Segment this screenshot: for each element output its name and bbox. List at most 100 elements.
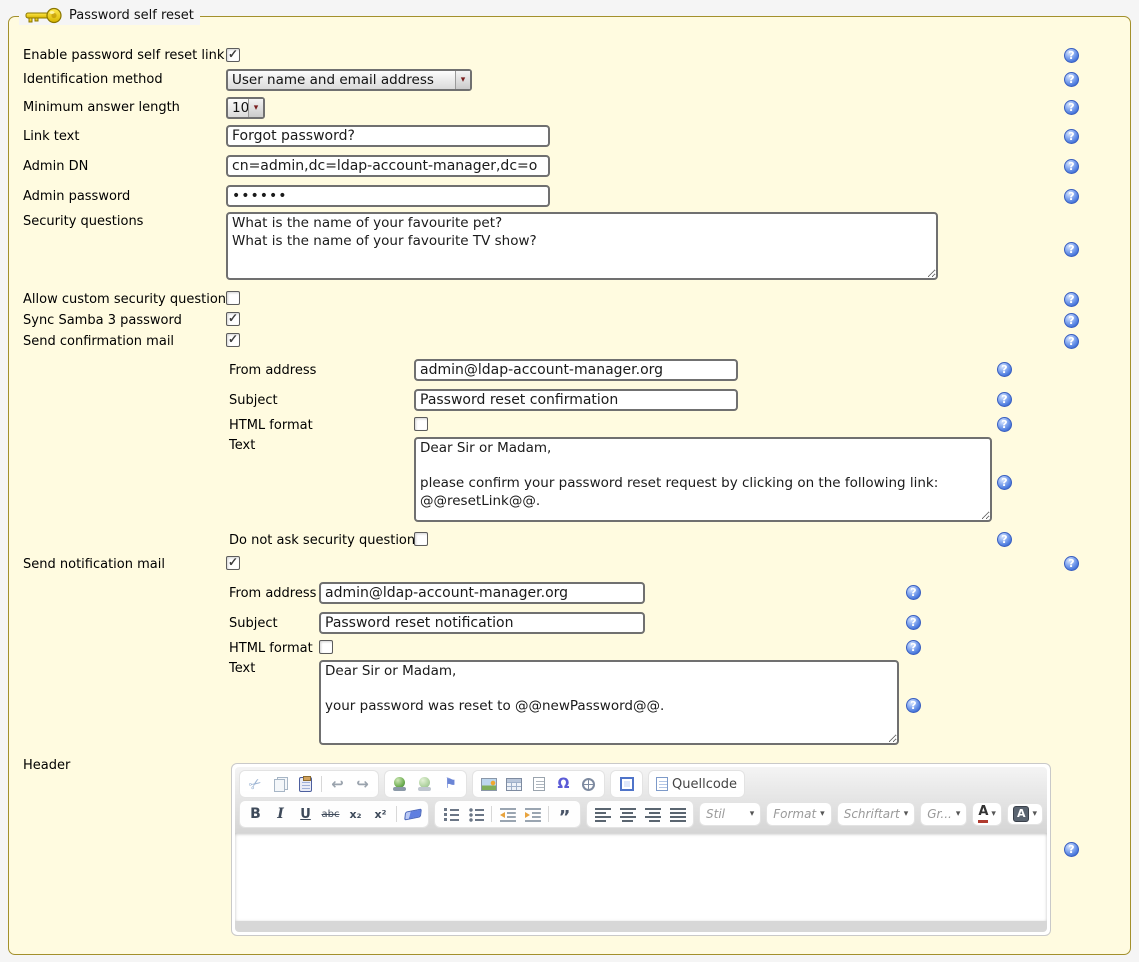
insert-group: Ω bbox=[473, 771, 604, 797]
chevron-down-icon: ▾ bbox=[820, 809, 825, 819]
blockquote-icon[interactable]: ” bbox=[553, 803, 576, 825]
help-icon[interactable]: ? bbox=[906, 615, 921, 630]
help-icon[interactable]: ? bbox=[997, 532, 1012, 547]
image-icon[interactable] bbox=[477, 773, 500, 795]
min-answer-value: 10 bbox=[228, 99, 248, 117]
help-icon[interactable]: ? bbox=[997, 362, 1012, 377]
anchor-icon[interactable]: ⚑ bbox=[439, 773, 462, 795]
admin-dn-label: Admin DN bbox=[23, 159, 88, 174]
clipboard-group: ✂ ↩ ↪ bbox=[240, 771, 378, 797]
undo-icon[interactable]: ↩ bbox=[326, 773, 349, 795]
strikethrough-button[interactable]: abc bbox=[319, 803, 342, 825]
confirmation-from-input[interactable] bbox=[414, 359, 738, 381]
confirmation-html-checkbox[interactable] bbox=[414, 417, 428, 431]
send-notification-checkbox[interactable] bbox=[226, 556, 240, 570]
help-icon[interactable]: ? bbox=[1064, 100, 1079, 115]
sync-samba-checkbox[interactable] bbox=[226, 312, 240, 326]
align-left-icon[interactable] bbox=[591, 803, 614, 825]
help-icon[interactable]: ? bbox=[1064, 556, 1079, 571]
remove-format-icon[interactable] bbox=[401, 803, 424, 825]
maximize-group bbox=[611, 771, 642, 797]
italic-button[interactable]: I bbox=[269, 803, 292, 825]
min-answer-select[interactable]: 10 ▾ bbox=[226, 97, 265, 119]
enable-checkbox[interactable] bbox=[226, 48, 240, 62]
maximize-icon[interactable] bbox=[615, 773, 638, 795]
outdent-icon[interactable] bbox=[496, 803, 519, 825]
help-icon[interactable]: ? bbox=[1064, 334, 1079, 349]
editor-content-area[interactable] bbox=[235, 833, 1047, 921]
align-center-icon[interactable] bbox=[616, 803, 639, 825]
chevron-down-icon: ▾ bbox=[991, 809, 996, 819]
help-icon[interactable]: ? bbox=[1064, 189, 1079, 204]
security-questions-textarea[interactable]: What is the name of your favourite pet? … bbox=[226, 212, 938, 280]
confirmation-from-label: From address bbox=[229, 363, 316, 378]
admin-password-input[interactable] bbox=[226, 185, 550, 207]
editor-status-bar bbox=[235, 921, 1047, 932]
confirmation-text-textarea[interactable]: Dear Sir or Madam, please confirm your p… bbox=[414, 437, 992, 522]
help-icon[interactable]: ? bbox=[997, 417, 1012, 432]
notification-html-checkbox[interactable] bbox=[319, 640, 333, 654]
help-icon[interactable]: ? bbox=[997, 475, 1012, 490]
bullet-list-icon[interactable] bbox=[464, 803, 487, 825]
enable-label: Enable password self reset link bbox=[23, 48, 224, 63]
help-icon[interactable]: ? bbox=[1064, 292, 1079, 307]
help-icon[interactable]: ? bbox=[1064, 48, 1079, 63]
help-icon[interactable]: ? bbox=[1064, 159, 1079, 174]
header-label: Header bbox=[23, 758, 70, 773]
chevron-down-icon: ▾ bbox=[248, 99, 263, 117]
special-char-icon[interactable]: Ω bbox=[552, 773, 575, 795]
indent-icon[interactable] bbox=[521, 803, 544, 825]
link-icon[interactable] bbox=[389, 773, 412, 795]
help-icon[interactable]: ? bbox=[1064, 129, 1079, 144]
source-button[interactable]: Quellcode bbox=[653, 773, 740, 795]
numbered-list-icon[interactable] bbox=[439, 803, 462, 825]
paste-icon[interactable] bbox=[294, 773, 317, 795]
superscript-button[interactable]: x² bbox=[369, 803, 392, 825]
help-icon[interactable]: ? bbox=[1064, 842, 1079, 857]
background-color-button[interactable]: A ▾ bbox=[1008, 804, 1042, 824]
help-icon[interactable]: ? bbox=[1064, 313, 1079, 328]
notification-text-textarea[interactable]: Dear Sir or Madam, your password was res… bbox=[319, 660, 899, 745]
link-text-input[interactable] bbox=[226, 125, 550, 147]
help-icon[interactable]: ? bbox=[1064, 242, 1079, 257]
iframe-icon[interactable] bbox=[577, 773, 600, 795]
confirmation-subject-input[interactable] bbox=[414, 389, 738, 411]
font-dropdown[interactable]: Schriftart ▾ bbox=[838, 803, 915, 825]
allow-custom-checkbox[interactable] bbox=[226, 291, 240, 305]
horizontal-rule-icon[interactable] bbox=[527, 773, 550, 795]
unlink-icon[interactable] bbox=[414, 773, 437, 795]
chevron-down-icon: ▾ bbox=[956, 809, 961, 819]
notification-from-input[interactable] bbox=[319, 582, 645, 604]
format-dropdown[interactable]: Format ▾ bbox=[767, 803, 830, 825]
skip-question-checkbox[interactable] bbox=[414, 532, 428, 546]
admin-dn-input[interactable] bbox=[226, 155, 550, 177]
source-group: Quellcode bbox=[649, 771, 744, 797]
font-dropdown-label: Schriftart bbox=[844, 807, 900, 821]
subscript-button[interactable]: x₂ bbox=[344, 803, 367, 825]
cut-icon[interactable]: ✂ bbox=[244, 773, 267, 795]
basicstyles-group: B I U abc x₂ x² bbox=[240, 801, 428, 827]
align-right-icon[interactable] bbox=[641, 803, 664, 825]
size-dropdown[interactable]: Gr... ▾ bbox=[921, 803, 966, 825]
send-confirmation-checkbox[interactable] bbox=[226, 333, 240, 347]
table-icon[interactable] bbox=[502, 773, 525, 795]
security-questions-label: Security questions bbox=[23, 214, 143, 229]
style-dropdown[interactable]: Stil ▾ bbox=[700, 803, 760, 825]
notification-subject-input[interactable] bbox=[319, 612, 645, 634]
help-icon[interactable]: ? bbox=[1064, 72, 1079, 87]
text-color-button[interactable]: A ▾ bbox=[973, 803, 1001, 824]
copy-icon[interactable] bbox=[269, 773, 292, 795]
underline-button[interactable]: U bbox=[294, 803, 317, 825]
bold-button[interactable]: B bbox=[244, 803, 267, 825]
help-icon[interactable]: ? bbox=[997, 392, 1012, 407]
identification-method-select[interactable]: User name and email address ▾ bbox=[226, 69, 472, 91]
align-justify-icon[interactable] bbox=[666, 803, 689, 825]
chevron-down-icon: ▾ bbox=[904, 809, 909, 819]
allow-custom-label: Allow custom security questions bbox=[23, 292, 233, 307]
chevron-down-icon: ▾ bbox=[1032, 809, 1037, 819]
help-icon[interactable]: ? bbox=[906, 698, 921, 713]
help-icon[interactable]: ? bbox=[906, 585, 921, 600]
skip-question-label: Do not ask security question bbox=[229, 533, 415, 548]
redo-icon[interactable]: ↪ bbox=[351, 773, 374, 795]
help-icon[interactable]: ? bbox=[906, 640, 921, 655]
